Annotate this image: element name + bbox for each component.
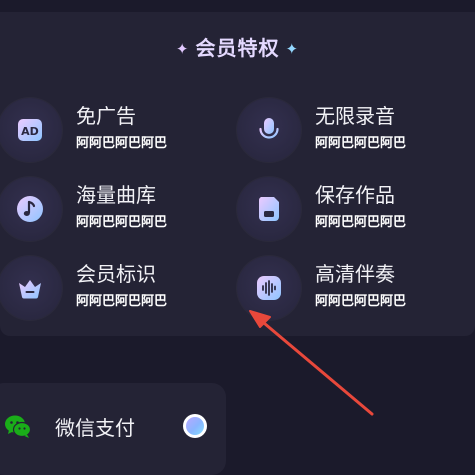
crown-icon	[19, 280, 41, 299]
payment-method-label: 微信支付	[55, 416, 135, 440]
feature-member-badge: 会员标识 阿阿巴阿巴阿巴	[0, 256, 218, 320]
microphone-icon	[259, 118, 279, 144]
wechat-icon	[5, 415, 32, 438]
feature-desc: 阿阿巴阿巴阿巴	[315, 294, 407, 309]
feature-title: 海量曲库	[76, 183, 156, 207]
feature-title: 高清伴奏	[315, 262, 395, 286]
payment-radio-selected[interactable]	[183, 414, 207, 438]
ad-icon: AD	[18, 119, 42, 141]
feature-title: 保存作品	[315, 183, 395, 207]
music-note-icon	[17, 196, 43, 222]
ad-icon-text: AD	[21, 125, 39, 138]
feature-icon-circle	[0, 177, 62, 241]
privileges-title: ✦ 会员特权 ✦	[0, 34, 475, 62]
feature-title: 免广告	[76, 104, 136, 128]
feature-icon-circle	[237, 256, 301, 320]
feature-no-ads: AD 免广告 阿阿巴阿巴阿巴	[0, 98, 218, 162]
feature-save-works: 保存作品 阿阿巴阿巴阿巴	[237, 177, 457, 241]
save-icon	[258, 197, 279, 221]
feature-icon-circle	[0, 256, 62, 320]
sparkle-icon: ✦	[285, 40, 300, 58]
feature-desc: 阿阿巴阿巴阿巴	[76, 136, 168, 151]
sparkle-icon: ✦	[175, 40, 190, 58]
feature-icon-circle	[237, 98, 301, 162]
feature-title: 无限录音	[315, 104, 395, 128]
feature-unlimited-recording: 无限录音 阿阿巴阿巴阿巴	[237, 98, 457, 162]
feature-hd-accompaniment: 高清伴奏 阿阿巴阿巴阿巴	[237, 256, 457, 320]
feature-icon-circle: AD	[0, 98, 62, 162]
radio-dot	[186, 417, 204, 435]
feature-desc: 阿阿巴阿巴阿巴	[76, 215, 168, 230]
soundwave-icon	[257, 276, 281, 300]
feature-icon-circle	[237, 177, 301, 241]
feature-desc: 阿阿巴阿巴阿巴	[76, 294, 168, 309]
feature-desc: 阿阿巴阿巴阿巴	[315, 215, 407, 230]
feature-title: 会员标识	[76, 262, 156, 286]
feature-music-library: 海量曲库 阿阿巴阿巴阿巴	[0, 177, 218, 241]
privileges-title-text: 会员特权	[195, 36, 280, 60]
feature-desc: 阿阿巴阿巴阿巴	[315, 136, 407, 151]
